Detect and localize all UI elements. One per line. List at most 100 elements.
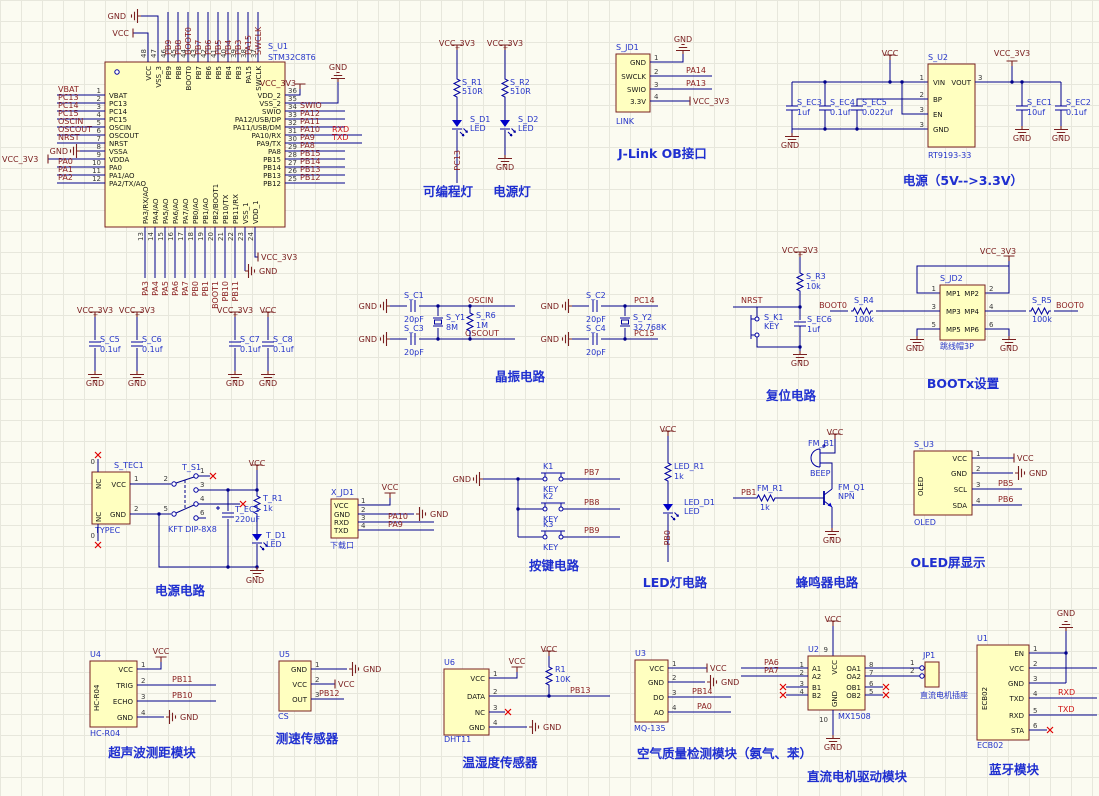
component-ref[interactable]: 20pF <box>586 348 606 357</box>
component-ref[interactable]: S_D1 <box>470 115 490 124</box>
section-title[interactable]: 电源（5V-->3.3V） <box>903 173 1023 188</box>
component-body[interactable] <box>927 63 976 148</box>
component-ref[interactable]: JP1 <box>922 651 935 660</box>
gnd-symbol[interactable] <box>561 299 573 313</box>
section-title[interactable]: 蓝牙模块 <box>989 762 1040 777</box>
component-ref[interactable]: R1 <box>555 665 566 674</box>
power-net-label[interactable]: GND <box>246 576 264 585</box>
component-ref[interactable]: S_R1 <box>462 78 482 87</box>
resistor-symbol[interactable] <box>795 271 805 293</box>
net-label[interactable]: PA7 <box>764 666 779 675</box>
component-ref[interactable]: S_Y1 <box>446 313 465 322</box>
power-net-label[interactable]: GND <box>359 335 377 344</box>
net-label[interactable]: PA14 <box>686 66 706 75</box>
component-ref[interactable]: S_U1 <box>268 42 288 51</box>
wire[interactable] <box>985 328 1010 336</box>
gnd-symbol[interactable] <box>379 299 391 313</box>
component-ref[interactable]: U1 <box>977 634 988 643</box>
component-ref[interactable]: FM_B1 <box>808 439 834 448</box>
component-ref[interactable]: LINK <box>616 117 635 126</box>
section-title[interactable]: 测速传感器 <box>276 731 339 746</box>
gnd-symbol[interactable] <box>529 720 540 734</box>
schematic-canvas[interactable]: S_U1 STM32C8T6 1 VBAT VBAT 2 PC13 PC13 3 PC14 PC14… <box>0 0 1099 796</box>
section-title[interactable]: 晶振电路 <box>495 369 546 384</box>
power-net-label[interactable]: VCC_3V3 <box>994 49 1030 58</box>
net-label[interactable]: PB12 <box>300 173 321 182</box>
component-ref[interactable]: LED <box>470 124 486 133</box>
component-ref[interactable]: 0.1uf <box>273 345 294 354</box>
section-title[interactable]: 直流电机驱动模块 <box>807 769 908 784</box>
wire[interactable] <box>901 82 928 115</box>
power-net-label[interactable]: GND <box>363 665 381 674</box>
net-label[interactable]: BOOT1 <box>211 281 220 309</box>
component-ref[interactable]: RT9193-33 <box>928 151 971 160</box>
component-ref[interactable]: KEY <box>543 543 558 552</box>
net-label[interactable]: PA5 <box>161 281 170 296</box>
component-ref[interactable]: S_U2 <box>928 53 948 62</box>
net-label[interactable]: PB6 <box>998 495 1013 504</box>
section-title[interactable]: J-Link OB接口 <box>617 146 707 161</box>
resistor-symbol[interactable] <box>663 461 673 483</box>
component-ref[interactable]: S_EC3 <box>797 98 822 107</box>
power-bar-symbol[interactable] <box>384 492 396 498</box>
power-net-label[interactable]: VCC_3V3 <box>693 97 729 106</box>
component-ref[interactable]: S_R5 <box>1032 296 1052 305</box>
component-ref[interactable]: T_S1 <box>181 463 201 472</box>
gnd-symbol[interactable] <box>331 71 345 83</box>
net-label[interactable]: PA0 <box>697 702 712 711</box>
pushbutton-symbol[interactable] <box>750 315 760 339</box>
component-ref[interactable]: U2 <box>808 645 819 654</box>
component-ref[interactable]: T_D1 <box>265 531 286 540</box>
pushbutton-symbol[interactable] <box>541 502 565 512</box>
component-ref[interactable]: S_EC6 <box>807 315 832 324</box>
section-title[interactable]: 蜂鸣器电路 <box>796 575 859 590</box>
component-ref[interactable]: HC-R04 <box>90 729 120 738</box>
crystal-symbol[interactable] <box>620 317 630 327</box>
net-label[interactable]: PA13 <box>686 79 706 88</box>
component-ref[interactable]: S_C5 <box>100 335 120 344</box>
net-label[interactable]: PB10 <box>221 281 230 302</box>
component-ref[interactable]: 10uf <box>1027 108 1045 117</box>
component-ref[interactable]: S_C8 <box>273 335 293 344</box>
component-ref[interactable]: ECB02 <box>977 741 1003 750</box>
power-net-label[interactable]: VCC <box>153 647 170 656</box>
component-ref[interactable]: S_U3 <box>914 440 934 449</box>
net-label[interactable]: PC13 <box>453 150 462 171</box>
component-ref[interactable]: K1 <box>543 462 553 471</box>
terminal-circle[interactable] <box>193 473 199 479</box>
section-title[interactable]: 可编程灯 <box>423 184 474 199</box>
terminal-circle[interactable] <box>171 481 177 487</box>
gnd-symbol[interactable] <box>130 9 142 23</box>
power-net-label[interactable]: GND <box>1000 344 1018 353</box>
component-ref[interactable]: S_R6 <box>476 311 496 320</box>
power-net-label[interactable]: GND <box>1057 609 1075 618</box>
component-ref[interactable]: CS <box>278 712 289 721</box>
net-label[interactable]: TXD <box>1057 705 1075 714</box>
power-net-label[interactable]: VCC <box>382 483 399 492</box>
power-net-label[interactable]: GND <box>50 147 68 156</box>
component-ref[interactable]: LED_D1 <box>684 498 715 507</box>
component-ref[interactable]: T_R1 <box>262 494 283 503</box>
component-ref[interactable]: 10K <box>555 675 571 684</box>
led-symbol[interactable] <box>500 120 516 137</box>
component-ref[interactable]: U4 <box>90 650 101 659</box>
terminal-circle[interactable] <box>193 487 199 493</box>
net-label[interactable]: PB0 <box>191 281 200 296</box>
resistor-symbol[interactable] <box>755 493 777 503</box>
component-body[interactable] <box>924 661 940 688</box>
resistor-symbol[interactable] <box>1029 306 1051 316</box>
power-net-label[interactable]: GND <box>1029 469 1047 478</box>
component-ref[interactable]: 0.022uf <box>862 108 893 117</box>
net-label[interactable]: OSCIN <box>468 296 493 305</box>
power-net-label[interactable]: GND <box>430 510 448 519</box>
section-title[interactable]: 电源灯 <box>493 184 531 199</box>
power-net-label[interactable]: GND <box>674 35 692 44</box>
component-ref[interactable]: S_C3 <box>404 324 424 333</box>
component-ref[interactable]: S_R4 <box>854 296 874 305</box>
section-title[interactable]: 空气质量检测模块（氨气、苯） <box>637 746 812 761</box>
component-ref[interactable]: MQ-135 <box>634 724 666 733</box>
component-ref[interactable]: KEY <box>764 322 779 331</box>
component-ref[interactable]: 0.1uf <box>100 345 121 354</box>
net-label[interactable]: PB14 <box>692 687 713 696</box>
net-label[interactable]: PA3 <box>141 281 150 296</box>
